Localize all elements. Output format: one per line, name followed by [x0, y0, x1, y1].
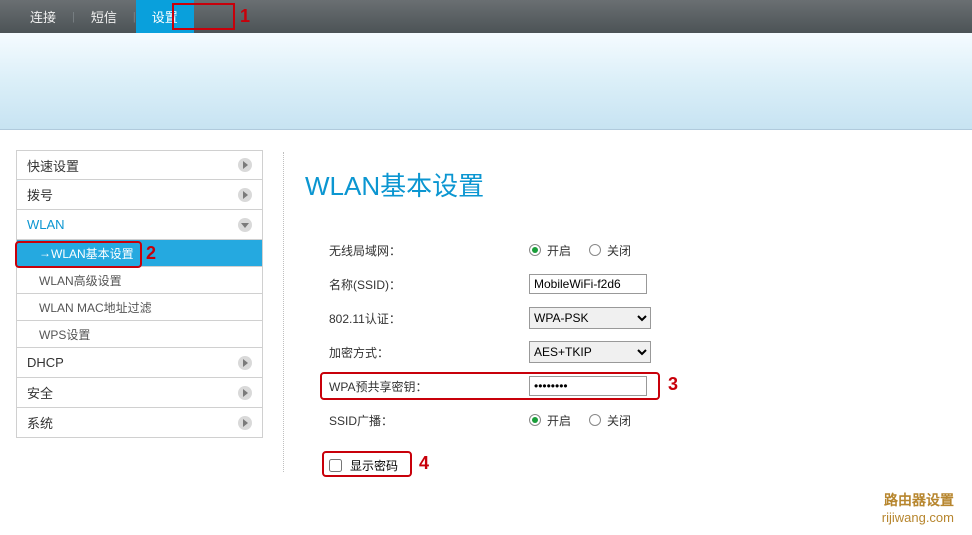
- chevron-right-icon: [238, 416, 252, 430]
- sidebar-item-wlan-mac[interactable]: WLAN MAC地址过滤: [16, 294, 263, 321]
- label-auth: 802.11认证：: [305, 310, 529, 327]
- watermark-line1: 路由器设置: [882, 491, 954, 509]
- row-broadcast: SSID广播： 开启 关闭: [305, 403, 972, 437]
- radio-broadcast-off[interactable]: 关闭: [589, 412, 631, 429]
- sidebar-label: 安全: [27, 383, 53, 402]
- label-encrypt: 加密方式：: [305, 344, 529, 361]
- sidebar-label: 拨号: [27, 185, 53, 204]
- sidebar-label: 快速设置: [27, 156, 79, 175]
- sidebar-cat-dhcp[interactable]: DHCP: [16, 348, 263, 378]
- top-nav: 连接 | 短信 | 设置: [0, 0, 972, 33]
- sidebar-item-wlan-basic[interactable]: →WLAN基本设置: [16, 240, 263, 267]
- sidebar-cat-dial[interactable]: 拨号: [16, 180, 263, 210]
- row-show-password: 显示密码 4: [329, 457, 972, 474]
- radio-broadcast-on[interactable]: 开启: [529, 412, 571, 429]
- radio-wlan-off[interactable]: 关闭: [589, 242, 631, 259]
- annotation-number-4: 4: [419, 453, 429, 474]
- psk-input[interactable]: [529, 376, 647, 396]
- watermark-url: rijiwang.com: [882, 509, 954, 527]
- sidebar-item-wlan-advanced[interactable]: WLAN高级设置: [16, 267, 263, 294]
- page-title: WLAN基本设置: [305, 166, 972, 203]
- annotation-number-3: 3: [668, 374, 678, 395]
- sidebar-item-label: WLAN基本设置: [51, 245, 134, 262]
- chevron-right-icon: [238, 386, 252, 400]
- radio-label: 开启: [547, 412, 571, 429]
- sidebar-cat-system[interactable]: 系统: [16, 408, 263, 438]
- chevron-right-icon: [238, 356, 252, 370]
- sidebar-label: 系统: [27, 413, 53, 432]
- radio-wlan-on[interactable]: 开启: [529, 242, 571, 259]
- chevron-right-icon: [238, 188, 252, 202]
- divider-line: [283, 152, 284, 472]
- sidebar-cat-quicksetup[interactable]: 快速设置: [16, 150, 263, 180]
- row-auth: 802.11认证： WPA-PSK: [305, 301, 972, 335]
- sidebar: 快速设置 拨号 WLAN →WLAN基本设置 WLAN高级设置 WLAN MAC…: [16, 150, 263, 474]
- nav-sms[interactable]: 短信: [75, 0, 133, 33]
- radio-label: 关闭: [607, 412, 631, 429]
- annotation-number-1: 1: [240, 6, 250, 27]
- row-encrypt: 加密方式： AES+TKIP: [305, 335, 972, 369]
- ssid-input[interactable]: [529, 274, 647, 294]
- main-panel: WLAN基本设置 无线局域网： 开启 关闭 名称(SSID)： 802.11认证…: [263, 150, 972, 474]
- content-area: 快速设置 拨号 WLAN →WLAN基本设置 WLAN高级设置 WLAN MAC…: [0, 130, 972, 474]
- radio-label: 关闭: [607, 242, 631, 259]
- radio-label: 开启: [547, 242, 571, 259]
- label-show-password: 显示密码: [350, 457, 398, 474]
- auth-select[interactable]: WPA-PSK: [529, 307, 651, 329]
- nav-connect[interactable]: 连接: [14, 0, 72, 33]
- row-psk: WPA预共享密钥： 3: [305, 369, 972, 403]
- label-wlan-enable: 无线局域网：: [305, 242, 529, 259]
- row-ssid: 名称(SSID)：: [305, 267, 972, 301]
- nav-settings[interactable]: 设置: [136, 0, 194, 33]
- sidebar-cat-security[interactable]: 安全: [16, 378, 263, 408]
- encrypt-select[interactable]: AES+TKIP: [529, 341, 651, 363]
- watermark: 路由器设置 rijiwang.com: [882, 491, 954, 527]
- header-banner: [0, 33, 972, 130]
- sidebar-cat-wlan[interactable]: WLAN: [16, 210, 263, 240]
- chevron-right-icon: [238, 158, 252, 172]
- chevron-down-icon: [238, 218, 252, 232]
- label-psk: WPA预共享密钥：: [305, 378, 529, 395]
- row-wlan-enable: 无线局域网： 开启 关闭: [305, 233, 972, 267]
- annotation-number-2: 2: [146, 243, 156, 264]
- label-broadcast: SSID广播：: [305, 412, 529, 429]
- sidebar-item-wps[interactable]: WPS设置: [16, 321, 263, 348]
- sidebar-label: DHCP: [27, 355, 64, 370]
- label-ssid: 名称(SSID)：: [305, 276, 529, 293]
- show-password-checkbox[interactable]: [329, 459, 342, 472]
- sidebar-label: WLAN: [27, 217, 65, 232]
